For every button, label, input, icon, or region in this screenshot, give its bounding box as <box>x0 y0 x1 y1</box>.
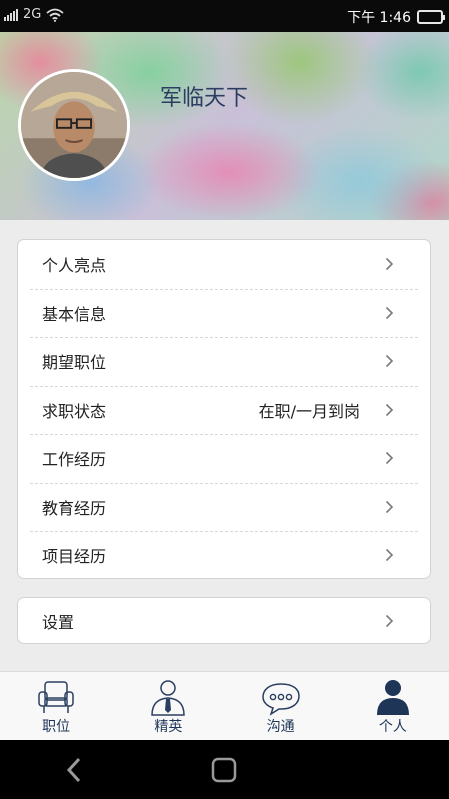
tab-label: 沟通 <box>266 719 295 735</box>
chat-bubble-icon <box>261 683 300 716</box>
bottom-tab-bar: 职位 精英 沟通 个人 <box>0 671 449 740</box>
chevron-right-icon <box>385 355 394 368</box>
tab-label: 精英 <box>154 719 183 735</box>
avatar-photo <box>21 72 127 178</box>
status-right: 下午 1:46 <box>347 7 445 27</box>
back-icon[interactable] <box>62 756 86 784</box>
tab-label: 个人 <box>378 719 407 735</box>
chevron-right-icon <box>385 500 394 513</box>
menu-item-label: 求职状态 <box>42 401 107 421</box>
chair-icon <box>38 681 74 713</box>
menu-item-label: 期望职位 <box>42 353 107 373</box>
menu-item-label: 工作经历 <box>42 450 107 470</box>
battery-icon <box>417 10 445 24</box>
signal-icon <box>4 8 18 21</box>
avatar[interactable] <box>18 69 130 181</box>
tab-label: 职位 <box>42 719 71 735</box>
menu-item-label: 教育经历 <box>42 498 107 518</box>
menu-item-expected-position[interactable]: 期望职位 <box>18 337 430 386</box>
status-left: 2G <box>4 7 64 22</box>
chevron-right-icon <box>385 258 394 271</box>
tab-profile[interactable]: 个人 <box>337 672 449 740</box>
menu-item-projects[interactable]: 项目经历 <box>18 531 430 580</box>
profile-header: 军临天下 <box>0 32 449 220</box>
menu-item-label: 项目经历 <box>42 547 107 567</box>
tab-positions[interactable]: 职位 <box>0 672 112 740</box>
network-type: 2G <box>23 7 42 22</box>
clock: 下午 1:46 <box>347 10 411 26</box>
wifi-icon <box>46 8 64 22</box>
settings-card: 设置 <box>17 597 431 644</box>
menu-item-label: 基本信息 <box>42 304 107 324</box>
tab-chat[interactable]: 沟通 <box>225 672 337 740</box>
chevron-right-icon <box>385 614 394 627</box>
home-icon[interactable] <box>210 756 238 784</box>
system-nav-bar <box>0 740 449 799</box>
status-bar: 2G 下午 1:46 <box>0 0 449 32</box>
menu-item-basic-info[interactable]: 基本信息 <box>18 288 430 338</box>
chevron-right-icon <box>385 452 394 465</box>
resume-menu-card: 个人亮点 基本信息 期望职位 求职状态 在职/一月到岗 工作经历 教育经历 项目… <box>17 239 431 579</box>
profile-name: 军临天下 <box>160 86 249 111</box>
person-filled-icon <box>376 680 409 715</box>
tab-elite[interactable]: 精英 <box>112 672 224 740</box>
person-tie-icon <box>151 680 186 716</box>
menu-item-settings[interactable]: 设置 <box>18 598 430 643</box>
menu-item-job-status[interactable]: 求职状态 在职/一月到岗 <box>18 385 430 435</box>
menu-item-education[interactable]: 教育经历 <box>18 482 430 532</box>
chevron-right-icon <box>385 549 394 562</box>
chevron-right-icon <box>385 403 394 416</box>
menu-item-highlights[interactable]: 个人亮点 <box>18 240 430 289</box>
chevron-right-icon <box>385 306 394 319</box>
menu-item-label: 个人亮点 <box>42 256 107 276</box>
menu-item-work-experience[interactable]: 工作经历 <box>18 434 430 483</box>
menu-item-value: 在职/一月到岗 <box>258 401 360 421</box>
menu-item-label: 设置 <box>42 612 75 632</box>
